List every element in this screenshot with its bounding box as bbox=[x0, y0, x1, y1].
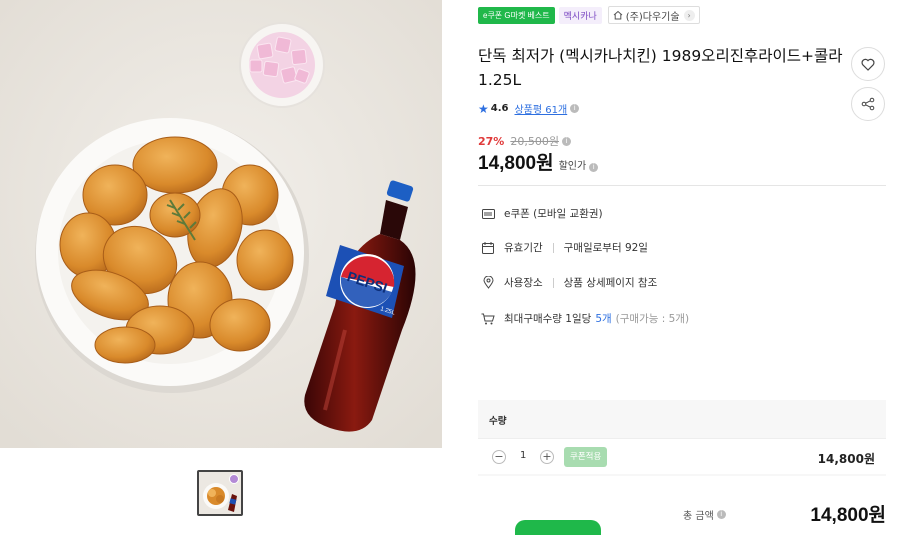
coupon-type-row: e쿠폰 (모바일 교환권) bbox=[481, 206, 603, 221]
total-label-row: 총 금액 i bbox=[683, 507, 726, 522]
share-button[interactable] bbox=[851, 87, 885, 121]
best-tag: e쿠폰 G마켓 베스트 bbox=[478, 6, 555, 24]
calendar-icon bbox=[481, 241, 495, 255]
product-title: 단독 최저가 (멕시카나치킨) 1989오리진후라이드+콜라1.25L bbox=[478, 47, 843, 89]
product-info-panel: e쿠폰 G마켓 베스트 멕시카나 (주)다우기술 › 단독 최저가 (멕시카나치… bbox=[478, 0, 888, 535]
total-info-icon[interactable]: i bbox=[716, 510, 726, 519]
seller-link[interactable]: (주)다우기술 › bbox=[607, 6, 700, 24]
validity-label: 유효기간 bbox=[504, 242, 543, 254]
limit-value: 5개 bbox=[595, 313, 612, 325]
quantity-title: 수량 bbox=[489, 416, 507, 427]
usage-place-row: 사용장소 상품 상세페이지 참조 bbox=[481, 275, 657, 290]
price-info-icon[interactable]: i bbox=[561, 136, 571, 146]
heart-icon bbox=[861, 58, 875, 71]
ticket-icon bbox=[481, 207, 495, 221]
apply-coupon-button[interactable]: 쿠폰적용 bbox=[564, 447, 608, 467]
chevron-right-icon: › bbox=[683, 9, 695, 21]
validity-row: 유효기간 구매일로부터 92일 bbox=[481, 240, 648, 255]
home-icon bbox=[613, 10, 623, 20]
quantity-row: − 1 + 쿠폰적용 14,800원 bbox=[478, 438, 886, 474]
sale-price: 14,800원 bbox=[478, 153, 554, 174]
quantity-input[interactable]: 1 bbox=[520, 450, 526, 461]
star-icon: ★ bbox=[478, 101, 489, 116]
rating-row: ★ 4.6 상품평 61개 i bbox=[478, 101, 580, 116]
product-main-image[interactable]: PEPSI 1.25L bbox=[0, 0, 442, 448]
info-icon[interactable]: i bbox=[570, 104, 580, 113]
share-icon bbox=[861, 97, 875, 111]
place-label: 사용장소 bbox=[504, 277, 543, 289]
coupon-type: e쿠폰 (모바일 교환권) bbox=[504, 208, 603, 220]
place-value: 상품 상세페이지 참조 bbox=[563, 277, 658, 289]
increase-button[interactable]: + bbox=[540, 450, 554, 464]
location-pin-icon bbox=[481, 276, 495, 290]
tag-row: e쿠폰 G마켓 베스트 멕시카나 (주)다우기술 › bbox=[478, 6, 700, 24]
separator bbox=[552, 242, 554, 253]
original-price: 20,500원 bbox=[510, 135, 559, 148]
wishlist-button[interactable] bbox=[851, 47, 885, 81]
sale-price-row: 14,800원 할인가 i bbox=[478, 148, 599, 175]
thumbnail-badge-icon bbox=[229, 474, 239, 484]
line-price: 14,800원 bbox=[817, 452, 875, 466]
cart-icon bbox=[481, 312, 495, 326]
decrease-button[interactable]: − bbox=[492, 450, 506, 464]
buy-button[interactable] bbox=[515, 520, 601, 535]
rating-score: 4.6 bbox=[490, 103, 509, 114]
limit-note: (구매가능 : 5개) bbox=[615, 313, 690, 325]
discount-rate: 27% bbox=[478, 134, 505, 148]
brand-tag[interactable]: 멕시카나 bbox=[558, 6, 602, 24]
validity-value: 구매일로부터 92일 bbox=[563, 242, 648, 254]
product-thumbnail[interactable] bbox=[197, 470, 243, 516]
total-price: 14,800원 bbox=[810, 505, 886, 526]
product-page: PEPSI 1.25L e쿠폰 G마켓 베스트 멕시카나 (주)다우기술 › 단… bbox=[0, 0, 900, 535]
separator bbox=[552, 277, 554, 288]
seller-name: (주)다우기술 bbox=[625, 11, 680, 23]
review-count-link[interactable]: 상품평 61개 bbox=[514, 101, 567, 116]
limit-label: 최대구매수량 1일당 bbox=[504, 313, 592, 325]
divider bbox=[478, 185, 886, 186]
sale-price-label: 할인가 bbox=[558, 161, 587, 172]
sale-info-icon[interactable]: i bbox=[589, 163, 599, 172]
purchase-limit-row: 최대구매수량 1일당 5개 (구매가능 : 5개) bbox=[481, 311, 689, 326]
quantity-box: 수량 − 1 + 쿠폰적용 14,800원 bbox=[478, 400, 886, 476]
original-price-row: 27% 20,500원 i bbox=[478, 133, 571, 149]
total-label: 총 금액 bbox=[683, 511, 714, 522]
